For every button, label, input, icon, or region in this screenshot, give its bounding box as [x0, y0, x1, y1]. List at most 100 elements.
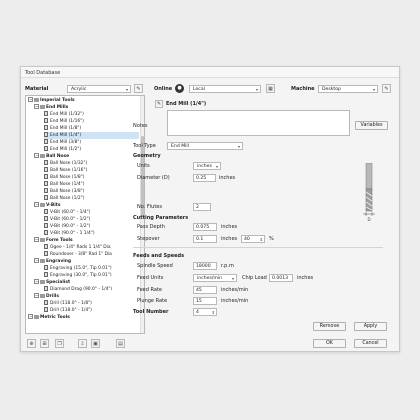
collapse-toggle-icon[interactable]: − — [28, 314, 33, 319]
tree-group-row[interactable]: − Metric Tools — [28, 314, 139, 321]
feed-rate-unit: inches/min — [221, 287, 249, 293]
chevron-down-icon: ▾ — [231, 276, 234, 281]
tree-tool-row[interactable]: Drill (118.0° - 1/8") — [44, 300, 139, 307]
remove-button[interactable]: Remove — [313, 322, 346, 331]
tree-group-row[interactable]: − V-Bits — [34, 202, 139, 209]
tree-item-label: End Mill (3/8") — [50, 140, 82, 145]
tree-group-row[interactable]: − End Mills — [34, 104, 139, 111]
collapse-toggle-icon[interactable]: − — [34, 153, 39, 158]
spinner-icon[interactable]: ⇕ — [260, 237, 263, 242]
tree-tool-row[interactable]: Engraving (30.0°, Tip 0.01") — [44, 272, 139, 279]
variables-button[interactable]: Variables — [355, 121, 388, 130]
tree-tool-row[interactable]: End Mill (3/8") — [44, 139, 139, 146]
ball-tool-icon — [44, 195, 48, 200]
machine-select[interactable]: Desktop ▾ — [318, 84, 378, 93]
tool-number-input[interactable]: 4 ⇕ — [193, 307, 217, 316]
tree-tool-row[interactable]: End Mill (1/16") — [44, 118, 139, 125]
chip-load-input[interactable]: 0.0013 — [269, 273, 293, 282]
drill-tool-icon — [44, 307, 48, 312]
pass-depth-input[interactable]: 0.075 — [193, 222, 217, 231]
tree-tool-row[interactable]: End Mill (1/4") — [44, 132, 139, 139]
add-tool-button[interactable]: ⊕ — [27, 339, 36, 348]
tree-group-row[interactable]: − Form Tools — [34, 237, 139, 244]
import-button[interactable]: ⇩ — [78, 339, 87, 348]
feed-units-select[interactable]: inches/min ▾ — [193, 273, 237, 282]
tree-tool-row[interactable]: End Mill (1/32") — [44, 111, 139, 118]
diameter-input[interactable]: 0.25 — [193, 173, 216, 182]
tree-tool-row[interactable]: End Mill (1/2") — [44, 146, 139, 153]
tree-tool-row[interactable]: Drill (118.0° - 1/4") — [44, 307, 139, 314]
tree-item-label: End Mill (1/4") — [50, 133, 82, 138]
tree-tool-row[interactable]: Engraving (15.0°, Tip 0.01") — [44, 265, 139, 272]
notes-textarea[interactable] — [167, 110, 350, 136]
tree-tool-row[interactable]: Ball Nose (1/16") — [44, 167, 139, 174]
cancel-button[interactable]: Cancel — [354, 339, 387, 348]
folder-icon — [34, 314, 39, 319]
ball-tool-icon — [44, 167, 48, 172]
tree-item-label: V-Bits — [46, 203, 61, 208]
tool-type-select[interactable]: End Mill ▾ — [167, 141, 243, 150]
tree-group-row[interactable]: − Drills — [34, 293, 139, 300]
stepover-input[interactable]: 0.1 — [193, 234, 217, 243]
tree-group-row[interactable]: − Engraving — [34, 258, 139, 265]
tree-tool-row[interactable]: V-Bit (90.0° - 1/2") — [44, 223, 139, 230]
collapse-toggle-icon[interactable]: − — [28, 97, 33, 102]
collapse-toggle-icon[interactable]: − — [34, 293, 39, 298]
tree-group-row[interactable]: − Ball Nose — [34, 153, 139, 160]
stepover-label: Stepover — [137, 236, 160, 242]
tree-tool-row[interactable]: V-Bit (60.0° - 1/4") — [44, 209, 139, 216]
collapse-toggle-icon[interactable]: − — [34, 104, 39, 109]
spindle-unit: r.p.m — [221, 263, 234, 269]
chevron-down-icon: ▾ — [255, 87, 258, 92]
stepover-percent-input[interactable]: 40 ⇕ — [241, 234, 265, 243]
tree-item-label: Engraving — [46, 259, 72, 264]
vbit-tool-icon — [44, 216, 48, 221]
tree-tool-row[interactable]: Ball Nose (1/32") — [44, 160, 139, 167]
add-group-button[interactable]: ⊞ — [40, 339, 49, 348]
tree-tool-row[interactable]: Ball Nose (1/8") — [44, 174, 139, 181]
tree-tool-row[interactable]: Roundover - 3/8" Rad 1" Dia — [44, 251, 139, 258]
flutes-input[interactable]: 2 — [193, 202, 211, 211]
tree-group-row[interactable]: − Specialist — [34, 279, 139, 286]
collapse-toggle-icon[interactable]: − — [34, 202, 39, 207]
delete-button[interactable]: ▤ — [116, 339, 125, 348]
ok-button[interactable]: OK — [313, 339, 346, 348]
tree-tool-row[interactable]: Ogee - 1/4" Rads 1 1/4" Dia — [44, 244, 139, 251]
spindle-input[interactable]: 18000 — [193, 261, 217, 270]
spinner-icon[interactable]: ⇕ — [212, 310, 215, 315]
edit-tool-name-button[interactable]: ✎ — [155, 100, 163, 108]
tree-tool-row[interactable]: Ball Nose (3/8") — [44, 188, 139, 195]
tree-tool-row[interactable]: Ball Nose (1/4") — [44, 181, 139, 188]
apply-button[interactable]: Apply — [354, 322, 387, 331]
tree-item-label: End Mill (1/8") — [50, 126, 82, 131]
online-library-select[interactable]: Local ▾ — [189, 84, 261, 93]
vbit-tool-icon — [44, 209, 48, 214]
save-button[interactable]: ▣ — [91, 339, 100, 348]
tool-number-value: 4 — [196, 309, 199, 315]
online-value: Local — [193, 86, 205, 92]
material-select[interactable]: Acrylic ▾ — [67, 84, 131, 93]
collapse-toggle-icon[interactable]: − — [34, 279, 39, 284]
plunge-input[interactable]: 15 — [193, 296, 217, 305]
machine-label: Machine — [291, 86, 315, 92]
tree-tool-row[interactable]: Diamond Drag (90.0° - 1/4") — [44, 286, 139, 293]
database-icon: ▦ — [268, 85, 273, 92]
online-status-icon[interactable]: ● — [175, 84, 184, 93]
units-select[interactable]: inches ▾ — [193, 161, 221, 170]
feed-rate-input[interactable]: 45 — [193, 285, 217, 294]
collapse-toggle-icon[interactable]: − — [34, 237, 39, 242]
tree-tool-row[interactable]: V-Bit (60.0° - 1/2") — [44, 216, 139, 223]
library-manage-button[interactable]: ▦ — [266, 84, 275, 93]
edit-machine-button[interactable]: ✎ — [382, 84, 391, 93]
chevron-down-icon: ▾ — [125, 87, 128, 92]
copy-icon: ❐ — [57, 340, 62, 347]
collapse-toggle-icon[interactable]: − — [34, 258, 39, 263]
tree-group-row[interactable]: − Imperial Tools — [28, 97, 139, 104]
tree-tool-row[interactable]: V-Bit (90.0° - 1 1/4") — [44, 230, 139, 237]
tree-tool-row[interactable]: End Mill (1/8") — [44, 125, 139, 132]
tool-tree[interactable]: − Imperial Tools − End Mills End Mill (1/32"… — [25, 95, 145, 334]
tree-tool-row[interactable]: Ball Nose (1/2") — [44, 195, 139, 202]
tree-item-label: Ball Nose (1/32") — [50, 161, 88, 166]
copy-tool-button[interactable]: ❐ — [55, 339, 64, 348]
edit-material-button[interactable]: ✎ — [134, 84, 143, 93]
